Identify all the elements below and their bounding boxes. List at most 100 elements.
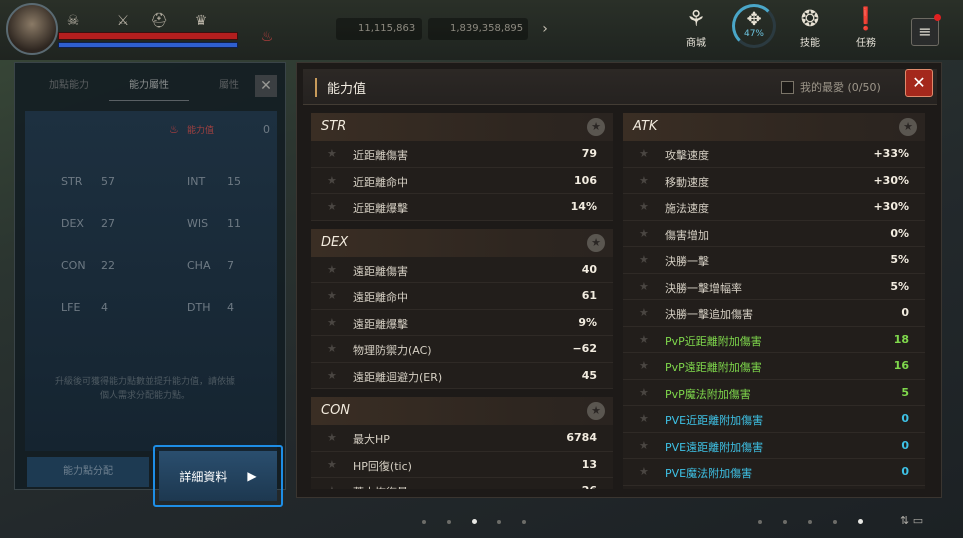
skull-icon[interactable]: ☠	[64, 12, 82, 30]
page-dot	[422, 520, 426, 524]
favorite-star-icon[interactable]: ★	[327, 289, 337, 302]
favorite-star-icon[interactable]: ★	[899, 118, 917, 136]
stat-str-label: STR	[61, 175, 83, 188]
favorite-star-icon[interactable]: ★	[587, 233, 605, 252]
potion-icon[interactable]: ♨	[258, 28, 276, 46]
stat-lfe-value: 4	[101, 301, 108, 314]
stat-row: ★ 近距離傷害 79	[311, 141, 613, 168]
favorite-star-icon[interactable]: ★	[639, 359, 649, 372]
section-title: ATK	[633, 119, 658, 134]
skill-button[interactable]: ❂ 技能	[790, 6, 830, 49]
menu-button[interactable]: ≡	[911, 18, 939, 46]
shop-button[interactable]: ⚘ 商城	[676, 6, 716, 49]
sword-icon[interactable]: ⚔	[114, 12, 132, 30]
stat-section-dex: DEX ★ ★ 遠距離傷害 40 ★ 遠距離命中 61 ★ 遠距離爆擊 9% ★ 物理防禦力(AC) −6…	[311, 228, 613, 389]
favorite-star-icon[interactable]: ★	[639, 280, 649, 293]
favorite-star-icon[interactable]: ★	[639, 386, 649, 399]
close-button[interactable]: ✕	[905, 69, 933, 97]
favorite-star-icon[interactable]: ★	[327, 431, 337, 444]
stat-value: 5%	[890, 279, 909, 293]
stat-row: ★ PVE魔法附加傷害 0	[623, 459, 925, 486]
stat-name: HP回復(tic)	[353, 459, 412, 473]
section-header: STR ★	[311, 113, 613, 141]
chevron-right-icon[interactable]: ›	[536, 20, 554, 38]
stats-column-left[interactable]: STR ★ ★ 近距離傷害 79 ★ 近距離命中 106 ★ 近距離爆擊 14% DEX ★ ★ 遠距離傷害…	[311, 113, 613, 489]
favorites-toggle[interactable]: 我的最愛 (0/50)	[781, 79, 881, 95]
favorite-star-icon[interactable]: ★	[639, 253, 649, 266]
quest-scroll-icon: ❗	[852, 7, 880, 32]
favorite-star-icon[interactable]: ★	[639, 147, 649, 160]
page-dot	[497, 520, 501, 524]
stat-name: 施法速度	[665, 202, 709, 215]
stat-value: 0	[901, 465, 909, 478]
stat-row: ★ 遠距離迴避力(ER) 45	[311, 363, 613, 389]
bag-progress-label: 47%	[743, 29, 764, 39]
stat-name: 近距離傷害	[353, 149, 408, 162]
stat-dth-label: DTH	[187, 301, 211, 314]
favorites-checkbox[interactable]	[781, 80, 794, 94]
favorite-star-icon[interactable]: ★	[327, 316, 337, 329]
stat-value: 0%	[890, 226, 909, 240]
page-dot-active	[858, 519, 863, 524]
stat-row: ★ HP回復(tic) 13	[311, 452, 613, 478]
battery-icon: ▭	[912, 514, 924, 527]
favorite-star-icon[interactable]: ★	[639, 200, 649, 213]
stat-row: ★ 最大HP 6784	[311, 425, 613, 452]
favorite-star-icon[interactable]: ★	[639, 465, 649, 478]
favorite-star-icon[interactable]: ★	[327, 484, 337, 489]
stat-row: ★ PvP遠距離附加傷害 16	[623, 353, 925, 380]
section-gap	[311, 220, 613, 229]
left-close-button[interactable]: ✕	[255, 75, 277, 97]
left-panel-tabs: 加點能力 能力屬性 屬性	[29, 71, 269, 101]
favorites-label: 我的最愛 (0/50)	[800, 81, 881, 94]
favorite-star-icon[interactable]: ★	[327, 342, 337, 355]
quest-button[interactable]: ❗ 任務	[846, 6, 886, 49]
stat-wis-value: 11	[227, 217, 241, 230]
section-title: STR	[321, 119, 347, 134]
stat-row: ★ 近距離爆擊 14%	[311, 194, 613, 221]
favorite-star-icon[interactable]: ★	[327, 200, 337, 213]
character-avatar[interactable]	[6, 3, 58, 55]
stat-name: PvP魔法附加傷害	[665, 387, 751, 401]
stat-name: 決勝一擊增幅率	[665, 281, 742, 295]
stat-row: ★ PvP近距離附加傷害 18	[623, 327, 925, 353]
stat-name: 遠距離爆擊	[353, 317, 408, 331]
signal-icon: ⇅	[900, 514, 910, 527]
favorite-star-icon[interactable]: ★	[639, 439, 649, 452]
section-title: DEX	[321, 234, 349, 250]
stat-section-con: CON ★ ★ 最大HP 6784 ★ HP回復(tic) 13 ★ 藥水恢復量 26	[311, 397, 613, 489]
favorite-star-icon[interactable]: ★	[327, 263, 337, 276]
stat-row: ★ 遠距離命中 61	[311, 283, 613, 310]
favorite-star-icon[interactable]: ★	[639, 174, 649, 187]
stat-dex-value: 27	[101, 217, 115, 230]
favorite-star-icon[interactable]: ★	[327, 458, 337, 471]
allocate-points-button[interactable]: 能力點分配	[27, 457, 149, 487]
close-icon: ✕	[912, 73, 926, 92]
tab-allocate[interactable]: 加點能力	[29, 71, 109, 101]
favorite-star-icon[interactable]: ★	[327, 174, 337, 187]
stat-name: 遠距離迴避力(ER)	[353, 370, 443, 384]
favorite-star-icon[interactable]: ★	[587, 402, 605, 420]
helmet-icon[interactable]: ⛑	[150, 12, 168, 30]
stat-name: 決勝一擊追加傷害	[665, 308, 753, 321]
favorite-star-icon[interactable]: ★	[587, 118, 605, 136]
stats-column-right[interactable]: ATK ★ ★ 攻擊速度 +33% ★ 移動速度 +30% ★ 施法速度 +30% ★ 傷害增加 0% ★ 決…	[623, 113, 925, 489]
favorite-star-icon[interactable]: ★	[327, 369, 337, 382]
tab-attributes[interactable]: 能力屬性	[109, 71, 189, 101]
detail-button[interactable]: 詳細資料 ▶	[159, 451, 277, 501]
trophy-icon[interactable]: ♛	[192, 12, 210, 30]
stat-row: ★ 移動速度 +30%	[623, 168, 925, 194]
favorite-star-icon[interactable]: ★	[639, 227, 649, 240]
page-dot	[833, 520, 837, 524]
stat-section-str: STR ★ ★ 近距離傷害 79 ★ 近距離命中 106 ★ 近距離爆擊 14%	[311, 113, 613, 221]
favorite-star-icon[interactable]: ★	[639, 333, 649, 346]
favorite-star-icon[interactable]: ★	[639, 306, 649, 319]
favorite-star-icon[interactable]: ★	[639, 412, 649, 425]
stat-name: 移動速度	[665, 175, 709, 189]
stat-name: 近距離爆擊	[353, 202, 408, 215]
favorite-star-icon[interactable]: ★	[327, 147, 337, 160]
panel-title: 能力值	[315, 78, 366, 97]
stat-row: ★ 藥水恢復量 26	[311, 478, 613, 489]
stat-value: 0	[901, 306, 909, 319]
bag-progress-button[interactable]: ✥ 47%	[732, 4, 776, 48]
